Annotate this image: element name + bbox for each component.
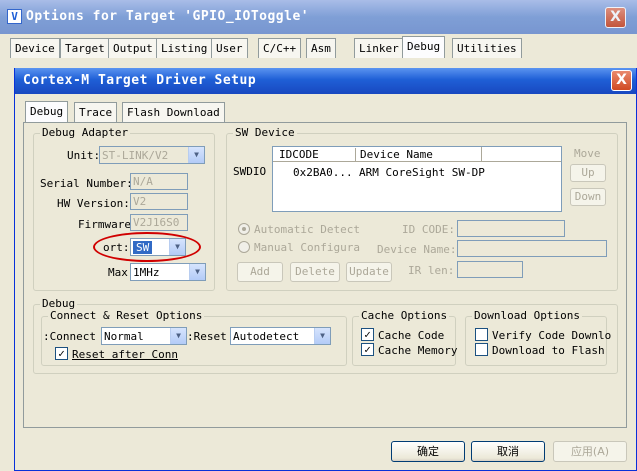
reset-label: Reset:: [187, 330, 227, 343]
serial-field: N/A: [130, 173, 188, 190]
tab-linker[interactable]: Linker: [354, 38, 404, 58]
cache-memory-label: Cache Memory: [378, 344, 458, 357]
cache-code-label: Cache Code: [378, 329, 445, 342]
tab-cc[interactable]: C/C++: [258, 38, 302, 58]
id-code-label: ID CODE:: [402, 223, 455, 236]
move-label: Move: [574, 147, 601, 160]
chevron-down-icon: ▼: [188, 147, 204, 163]
add-button[interactable]: Add: [237, 262, 283, 282]
update-button[interactable]: Update: [346, 262, 392, 282]
dialog-titlebar: Cortex-M Target Driver Setup X: [15, 68, 636, 94]
firmware-field: V2J16S0: [130, 214, 188, 231]
swdio-label: SWDIO: [233, 165, 267, 178]
outer-title: Options for Target 'GPIO_IOToggle': [26, 9, 310, 24]
chevron-down-icon: ▼: [314, 328, 330, 344]
highlight-ellipse: [93, 232, 201, 262]
tab-user[interactable]: User: [211, 38, 248, 58]
tab-inner-debug[interactable]: Debug: [25, 101, 69, 123]
download-options-label: Download Options: [472, 309, 582, 322]
firmware-label: Firmware: [78, 218, 131, 231]
cancel-button[interactable]: 取消: [471, 441, 545, 462]
outer-tabstrip: Device Target Output Listing User C/C++ …: [10, 36, 630, 60]
debug-adapter-label: Debug Adapter: [40, 126, 131, 139]
reset-select[interactable]: Autodetect ▼: [230, 327, 331, 345]
move-up-button[interactable]: Up: [570, 164, 606, 182]
connect-select[interactable]: Normal ▼: [101, 327, 187, 345]
delete-button[interactable]: Delete: [290, 262, 340, 282]
sw-device-label: SW Device: [233, 126, 297, 139]
tab-listing[interactable]: Listing: [156, 38, 213, 58]
cache-options-label: Cache Options: [359, 309, 450, 322]
download-flash-label: Download to Flash: [492, 344, 605, 357]
device-name-input[interactable]: [457, 240, 607, 257]
connect-reset-label: Connect & Reset Options: [48, 309, 205, 322]
move-down-button[interactable]: Down: [570, 188, 606, 206]
driver-setup-dialog: Cortex-M Target Driver Setup X Debug Tra…: [14, 68, 637, 471]
download-flash-checkbox[interactable]: [475, 343, 488, 356]
tab-debug[interactable]: Debug: [402, 36, 446, 58]
hw-version-label: HW Version:: [57, 197, 130, 210]
col-device-name: Device Name: [355, 148, 483, 161]
tab-inner-trace[interactable]: Trace: [74, 102, 118, 122]
outer-close-icon[interactable]: X: [605, 7, 626, 28]
outer-titlebar: V Options for Target 'GPIO_IOToggle' X: [0, 0, 637, 34]
chevron-down-icon: ▼: [170, 328, 186, 344]
automatic-detection-label: Automatic Detectic: [254, 223, 360, 236]
unit-select[interactable]: ST-LINK/V2 ▼: [99, 146, 205, 164]
cache-memory-checkbox[interactable]: ✓: [361, 343, 374, 356]
col-idcode: IDCODE: [279, 148, 319, 161]
table-row[interactable]: 0x2BA0... ARM CoreSight SW-DP: [273, 166, 561, 180]
verify-code-label: Verify Code Downlo: [492, 329, 612, 342]
connect-label: Connect:: [43, 330, 96, 343]
cache-code-checkbox[interactable]: ✓: [361, 328, 374, 341]
manual-config-radio[interactable]: [238, 241, 250, 253]
sw-device-table[interactable]: IDCODE Device Name 0x2BA0... ARM CoreSig…: [272, 146, 562, 212]
tab-output[interactable]: Output: [108, 38, 158, 58]
max-label: Max: [108, 266, 128, 279]
reset-after-connect-checkbox[interactable]: ✓: [55, 347, 68, 360]
chevron-down-icon: ▼: [189, 264, 205, 280]
reset-after-connect-label: Reset after Conn: [72, 348, 178, 361]
apply-button[interactable]: 应用(A): [553, 441, 627, 462]
app-icon: V: [7, 9, 22, 24]
hw-version-field: V2: [130, 193, 188, 210]
manual-config-label: Manual Configurati: [254, 241, 360, 254]
tab-target[interactable]: Target: [60, 38, 110, 58]
tab-inner-flash[interactable]: Flash Download: [122, 102, 225, 122]
verify-code-checkbox[interactable]: [475, 328, 488, 341]
automatic-detection-radio[interactable]: [238, 223, 250, 235]
serial-label: Serial Number:: [40, 177, 133, 190]
device-name-label: Device Name:: [377, 243, 457, 256]
tab-utilities[interactable]: Utilities: [452, 38, 522, 58]
max-clock-select[interactable]: 1MHz ▼: [130, 263, 206, 281]
dialog-close-icon[interactable]: X: [611, 70, 632, 91]
tab-device[interactable]: Device: [10, 38, 60, 58]
table-header: IDCODE Device Name: [273, 147, 561, 162]
unit-label: Unit:: [67, 149, 101, 162]
ir-len-label: IR len:: [408, 264, 455, 277]
dialog-title: Cortex-M Target Driver Setup: [23, 73, 257, 88]
tab-asm[interactable]: Asm: [306, 38, 336, 58]
ok-button[interactable]: 确定: [391, 441, 465, 462]
id-code-input[interactable]: [457, 220, 565, 237]
ir-len-input[interactable]: [457, 261, 523, 278]
